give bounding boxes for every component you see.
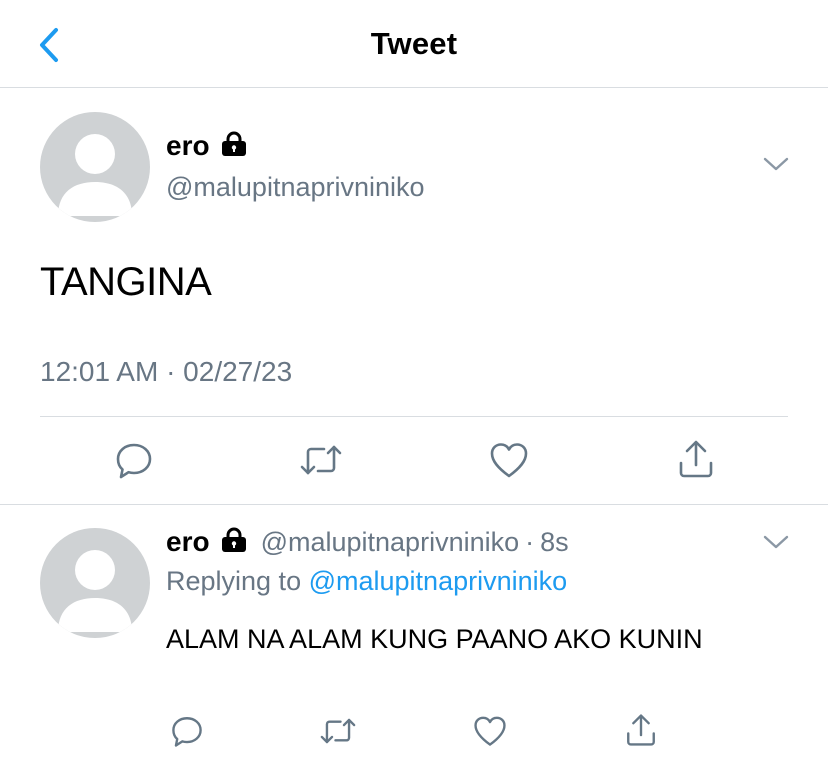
more-options-button[interactable]	[760, 530, 792, 559]
chevron-down-icon	[763, 535, 789, 549]
divider	[40, 416, 788, 417]
default-avatar-icon	[58, 550, 132, 632]
replying-to-mention[interactable]: @malupitnaprivniniko	[309, 566, 568, 596]
retweet-icon	[320, 718, 356, 744]
avatar[interactable]	[40, 112, 150, 222]
page-title: Tweet	[370, 26, 458, 61]
reply-icon	[172, 717, 202, 747]
tweet-text: TANGINA	[40, 260, 212, 304]
retweet-icon	[300, 445, 342, 475]
share-button[interactable]	[624, 712, 658, 753]
share-icon	[679, 440, 713, 478]
meta-separator: ·	[525, 526, 535, 557]
author-handle[interactable]: @malupitnaprivniniko	[261, 527, 520, 558]
lock-icon	[219, 131, 249, 162]
chevron-down-icon	[763, 157, 789, 171]
author-name[interactable]: ero	[166, 526, 210, 558]
divider	[0, 504, 828, 505]
default-avatar-icon	[58, 134, 132, 216]
replying-to-line: Replying to @malupitnaprivniniko	[166, 566, 567, 597]
tweet-age: 8s	[540, 526, 569, 557]
share-button[interactable]	[676, 438, 716, 485]
avatar[interactable]	[40, 528, 150, 638]
reply-icon	[116, 443, 152, 479]
reply-button[interactable]	[170, 714, 204, 753]
author-handle[interactable]: @malupitnaprivniniko	[166, 172, 425, 203]
share-icon	[627, 714, 655, 746]
author-name[interactable]: ero	[166, 130, 210, 162]
heart-icon	[474, 716, 506, 746]
replying-to-label: Replying to	[166, 566, 302, 596]
tweet-timestamp: 12:01 AM · 02/27/23	[40, 356, 293, 387]
retweet-button[interactable]	[318, 714, 358, 753]
reply-button[interactable]	[114, 440, 154, 485]
top-bar: Tweet	[0, 0, 828, 88]
main-author-row: ero	[166, 130, 249, 162]
lock-icon	[219, 527, 249, 558]
more-options-button[interactable]	[760, 152, 792, 181]
retweet-button[interactable]	[298, 440, 344, 485]
like-button[interactable]	[472, 714, 508, 753]
reply-author-row: ero @malupitnaprivniniko · 8s	[166, 526, 569, 558]
heart-icon	[490, 443, 528, 478]
reply-text: ALAM NA ALAM KUNG PAANO AKO KUNIN	[166, 624, 703, 654]
like-button[interactable]	[488, 440, 530, 485]
